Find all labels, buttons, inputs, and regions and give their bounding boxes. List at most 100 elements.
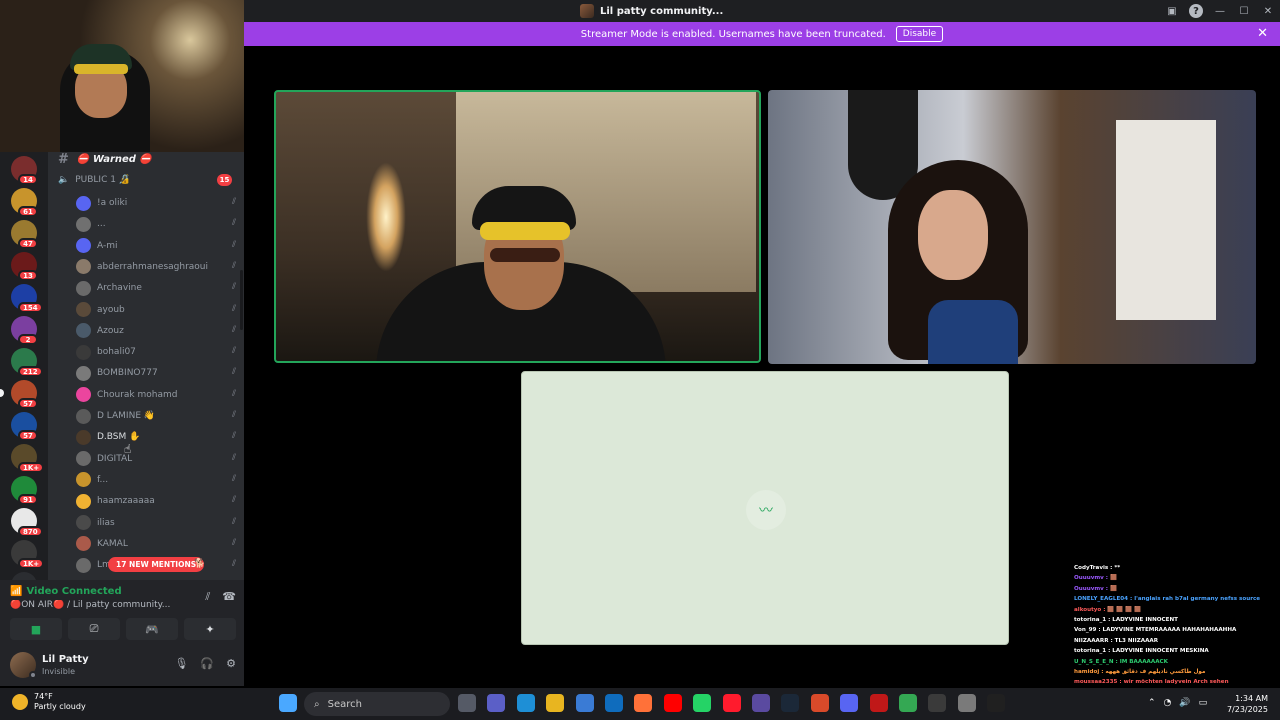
taskbar-app-task-view-icon[interactable] [458,694,476,712]
disconnect-icon[interactable]: ☎ [222,590,236,604]
taskbar-app-app-red-icon[interactable] [810,694,829,712]
camera-button[interactable]: ■ [10,618,62,640]
voice-member-name: D LAMINE 👋 [97,411,156,421]
voice-member-name: haamzaaaaa [97,496,155,507]
video-tile-speaking[interactable] [274,90,761,363]
voice-member[interactable]: Azouz ⫽ [76,322,238,340]
avatar [76,515,91,530]
chat-message: Von_99 : LADYVINE MTEMRAAAAA HAHAHAHAAHH… [1074,627,1237,634]
clock[interactable]: 1:34 AM 7/23/2025 [1227,693,1268,715]
text-channel-label: ⛔ Warned ⛔ [76,153,152,165]
weather-widget[interactable]: 74°F Partly cloudy [12,692,86,712]
inbox-icon[interactable]: ▣ [1160,0,1184,22]
voice-member[interactable]: bohali07 ⫽ [76,343,238,361]
voice-member[interactable]: Chourak mohamd ⫽ [76,386,238,404]
voice-member[interactable]: f... ⫽ [76,471,238,489]
taskbar-app-chrome-icon[interactable] [899,694,917,712]
voice-member[interactable]: ilias ⫽ [76,514,238,532]
weather-desc: Partly cloudy [34,702,86,711]
server-badge: 1K+ [18,462,45,473]
avatar [76,557,91,573]
close-button[interactable]: ✕ [1256,0,1280,22]
camera-icon: ■ [30,622,42,636]
new-mentions-button[interactable]: 17 NEW MENTIONS [108,557,205,572]
taskbar-app-foxit-icon[interactable] [752,694,770,712]
taskbar-app-discord-icon[interactable] [840,694,859,712]
noise-suppression-icon[interactable]: ⫽ [205,590,210,604]
voice-member[interactable]: D.BSM ✋ ⫽ [76,428,238,446]
minimize-button[interactable]: — [1208,0,1232,22]
muted-icon: ⫽ [231,367,236,378]
taskbar-app-opera-icon[interactable] [722,694,741,712]
muted-icon: ⫽ [231,303,236,314]
speaker-icon: 🔈 [58,175,70,185]
soundboard-icon: ✦ [205,622,215,636]
maximize-button[interactable]: ☐ [1232,0,1256,22]
video-tile-participant[interactable] [768,90,1256,364]
voice-member-name: Archavine [97,283,142,294]
voice-channel-badge: 15 [217,174,232,186]
voice-member[interactable]: haamzaaaaa ⫽ [76,492,238,510]
voice-member[interactable]: ... ⫽ [76,215,238,233]
taskbar-app-settings-icon[interactable] [957,694,976,712]
taskbar-app-outlook-icon[interactable] [605,694,623,712]
avatar [76,280,91,296]
loading-spinner-icon: 〰 [746,490,786,530]
taskbar-app-youtube-icon[interactable] [663,694,682,712]
tile2-person-face [918,190,988,280]
battery-icon[interactable]: ▭ [1199,698,1208,708]
banner-close-icon[interactable]: ✕ [1257,26,1268,41]
voice-member[interactable]: abderrahmanesaghraoui ⫽ [76,258,238,276]
search-box[interactable]: ⌕ Search [304,692,450,716]
voice-member[interactable]: ayoub ⫽ [76,301,238,319]
server-badge: 870 [18,526,43,537]
text-channel-warned[interactable]: # ⛔ Warned ⛔ [58,152,152,167]
taskbar-app-explorer-icon[interactable] [546,694,565,712]
voice-member[interactable]: A-mi ⫽ [76,237,238,255]
help-icon[interactable]: ? [1184,0,1208,22]
avatar [76,216,91,232]
voice-channel-path[interactable]: 🔴ON AIR🔴 / Lil patty community... [10,600,200,610]
voice-member-name: BOMBINO777 [97,368,158,379]
taskbar-app-firefox-icon[interactable] [634,694,653,712]
gear-icon[interactable]: ⚙ [226,657,236,670]
wifi-icon[interactable]: ◔ [1164,698,1172,708]
avatar [76,344,91,360]
soundboard-button[interactable]: ✦ [184,618,236,640]
voice-member-name: !a oliki [97,198,128,208]
taskbar-app-obs-icon[interactable] [987,694,1006,712]
weather-temp: 74°F [34,692,53,701]
voice-member[interactable]: KAMAL ⫽ [76,535,238,553]
screen-share-button[interactable]: ⎚ [68,618,120,640]
activities-button[interactable]: 🎮 [126,618,178,640]
taskbar-app-obs-like-icon[interactable] [928,694,947,712]
voice-member[interactable]: DIGITAL ⫽ [76,450,238,468]
chevron-up-icon[interactable]: ⌃ [1148,698,1156,708]
taskbar-app-whatsapp-icon[interactable] [693,694,712,712]
taskbar-app-edge-icon[interactable] [516,694,535,712]
taskbar-app-mcafee-icon[interactable] [869,694,888,712]
chat-message: NIIZAAARR : TL3 NIIZAAAR [1074,637,1159,644]
taskbar-app-steam-icon[interactable] [781,694,800,712]
chat-message: hamidoj : مول طاكسي ناديلهم ف دقائق هههه [1074,668,1206,675]
disable-streamer-mode-button[interactable]: Disable [895,26,944,42]
username[interactable]: Lil Patty [42,654,89,665]
channel-scrollbar[interactable] [240,270,243,330]
avatar [76,429,91,445]
voice-channel-public-1[interactable]: 🔈 PUBLIC 1 🔏 15 [58,172,238,188]
start-button[interactable] [279,694,297,712]
voice-member[interactable]: BOMBINO777 ⫽ [76,364,238,382]
chat-message: U_N_S_E_E_N : IM BAAAAAACK [1074,658,1168,665]
volume-icon[interactable]: 🔊 [1179,698,1190,708]
voice-member[interactable]: Archavine ⫽ [76,279,238,297]
video-tile-loading[interactable]: 〰 [521,371,1009,645]
discord-window: Lil patty community... ▣ ? — ☐ ✕ Streame… [0,0,1280,720]
taskbar-app-store-icon[interactable] [575,694,594,712]
headphones-icon[interactable]: 🎧 [200,657,214,670]
microphone-icon[interactable]: 🎙 [174,657,188,670]
voice-member[interactable]: D LAMINE 👋 ⫽ [76,407,238,425]
voice-member[interactable]: !a oliki ⫽ [76,194,238,212]
streamer-webcam-overlay [0,0,244,152]
taskbar-app-teams-icon[interactable] [487,694,506,712]
server-badge: 47 [18,238,38,249]
